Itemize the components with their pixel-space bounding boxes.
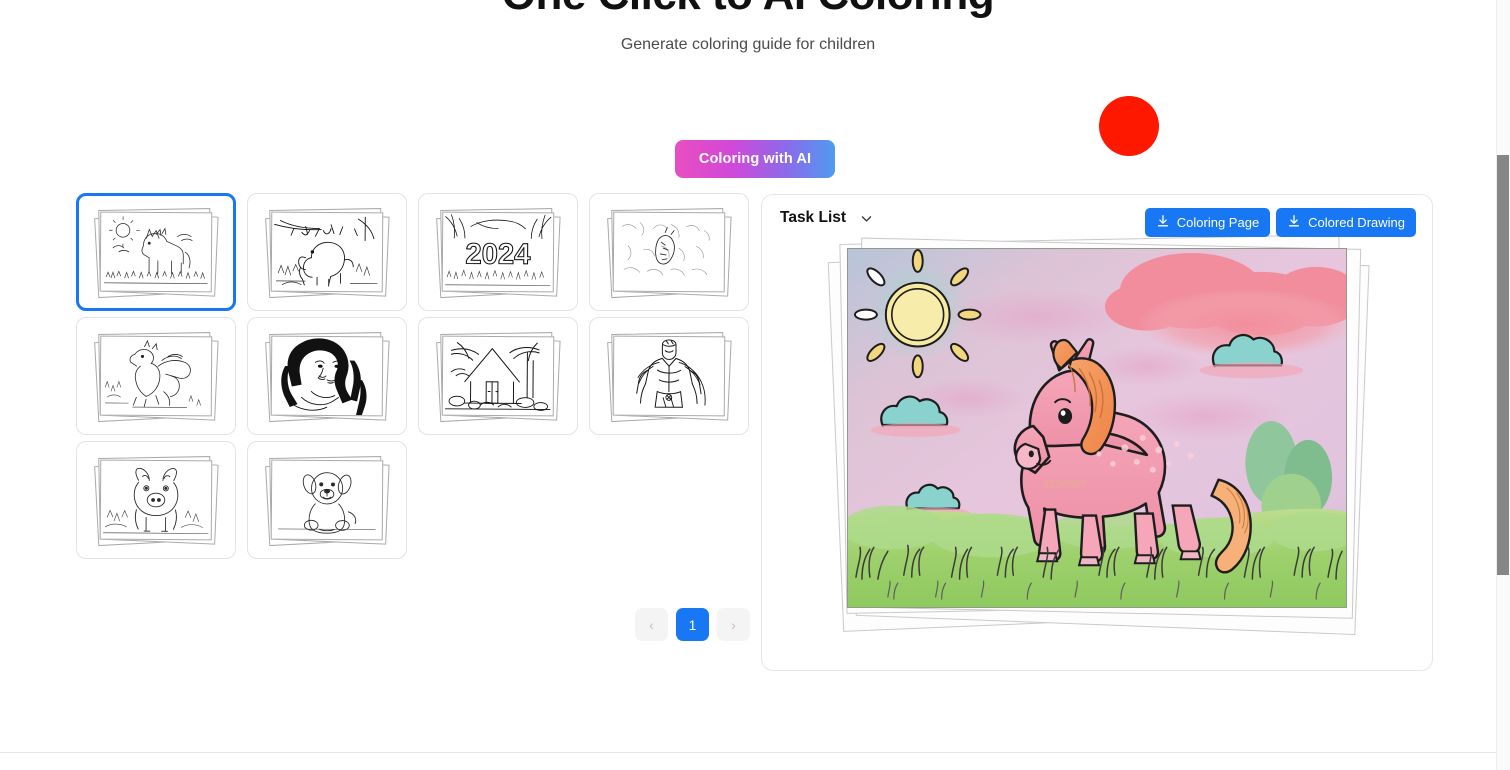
download-coloring-page-button[interactable]: Coloring Page xyxy=(1144,208,1271,237)
pagination-page-1[interactable]: 1 xyxy=(676,608,709,641)
chevron-down-icon xyxy=(860,212,873,225)
red-circle-marker xyxy=(1099,96,1159,156)
thumbnail-image-dragon xyxy=(99,335,213,417)
thumbnail-card-elephant[interactable] xyxy=(247,193,407,311)
thumbnail-image-horse xyxy=(99,211,213,293)
paper-stack xyxy=(94,330,219,423)
thumbnail-card-horse[interactable] xyxy=(76,193,236,311)
paper-stack xyxy=(265,330,390,423)
thumbnail-image-puppy xyxy=(270,459,384,541)
thumbnail-image-superhero xyxy=(612,335,726,417)
pagination: ‹ 1 › xyxy=(635,608,750,641)
thumbnail-card-portrait[interactable] xyxy=(247,317,407,435)
preview-panel: Task List Coloring Page Colored Drawing xyxy=(761,194,1433,671)
thumbnail-card-pig[interactable] xyxy=(76,441,236,559)
thumbnail-grid: 2024 xyxy=(76,193,756,559)
paper-stack xyxy=(265,454,390,547)
coloring-with-ai-button[interactable]: Coloring with AI xyxy=(675,140,835,178)
paper-stack: 2024 xyxy=(436,206,561,299)
thumbnail-year-label: 2024 xyxy=(465,238,531,270)
thumbnail-image-portrait xyxy=(270,335,384,417)
thumbnail-card-2024[interactable]: 2024 xyxy=(418,193,578,311)
thumbnail-image-pig xyxy=(99,459,213,541)
download-buttons: Coloring Page Colored Drawing xyxy=(1144,208,1416,237)
task-list-dropdown[interactable]: Task List xyxy=(780,209,873,227)
thumbnail-image-cottage xyxy=(441,335,555,417)
thumbnail-image-sketch xyxy=(612,211,726,293)
app-page: One Click to AI Coloring Generate colori… xyxy=(0,0,1510,770)
footer-divider xyxy=(0,752,1496,753)
paper-stack xyxy=(265,206,390,299)
thumbnail-card-sketch[interactable] xyxy=(589,193,749,311)
thumbnail-card-puppy[interactable] xyxy=(247,441,407,559)
download-coloring-page-label: Coloring Page xyxy=(1176,215,1260,230)
page-subtitle: Generate coloring guide for children xyxy=(620,36,876,53)
thumbnail-image-2024: 2024 xyxy=(441,211,555,293)
thumbnail-card-dragon[interactable] xyxy=(76,317,236,435)
page-title: One Click to AI Coloring xyxy=(0,0,1496,21)
paper-stack xyxy=(436,330,561,423)
paper-stack xyxy=(94,206,219,299)
pagination-next-button[interactable]: › xyxy=(717,608,750,641)
thumbnail-card-cottage[interactable] xyxy=(418,317,578,435)
download-icon xyxy=(1156,214,1170,231)
preview-colored-image[interactable]: 1234567 xyxy=(847,248,1347,608)
paper-stack xyxy=(94,454,219,547)
page-scrollbar-track[interactable] xyxy=(1496,0,1510,770)
thumbnail-card-superhero[interactable] xyxy=(589,317,749,435)
pagination-prev-button[interactable]: ‹ xyxy=(635,608,668,641)
preview-paper-stack: 1234567 xyxy=(817,215,1387,650)
thumbnail-image-elephant xyxy=(270,211,384,293)
image-watermark: 1234567 xyxy=(1043,479,1086,491)
paper-stack xyxy=(607,206,732,299)
download-colored-drawing-label: Colored Drawing xyxy=(1308,215,1405,230)
download-colored-drawing-button[interactable]: Colored Drawing xyxy=(1276,208,1416,237)
download-icon xyxy=(1287,214,1301,231)
page-scrollbar-thumb[interactable] xyxy=(1497,155,1509,575)
task-list-label: Task List xyxy=(780,209,847,226)
paper-stack xyxy=(607,330,732,423)
